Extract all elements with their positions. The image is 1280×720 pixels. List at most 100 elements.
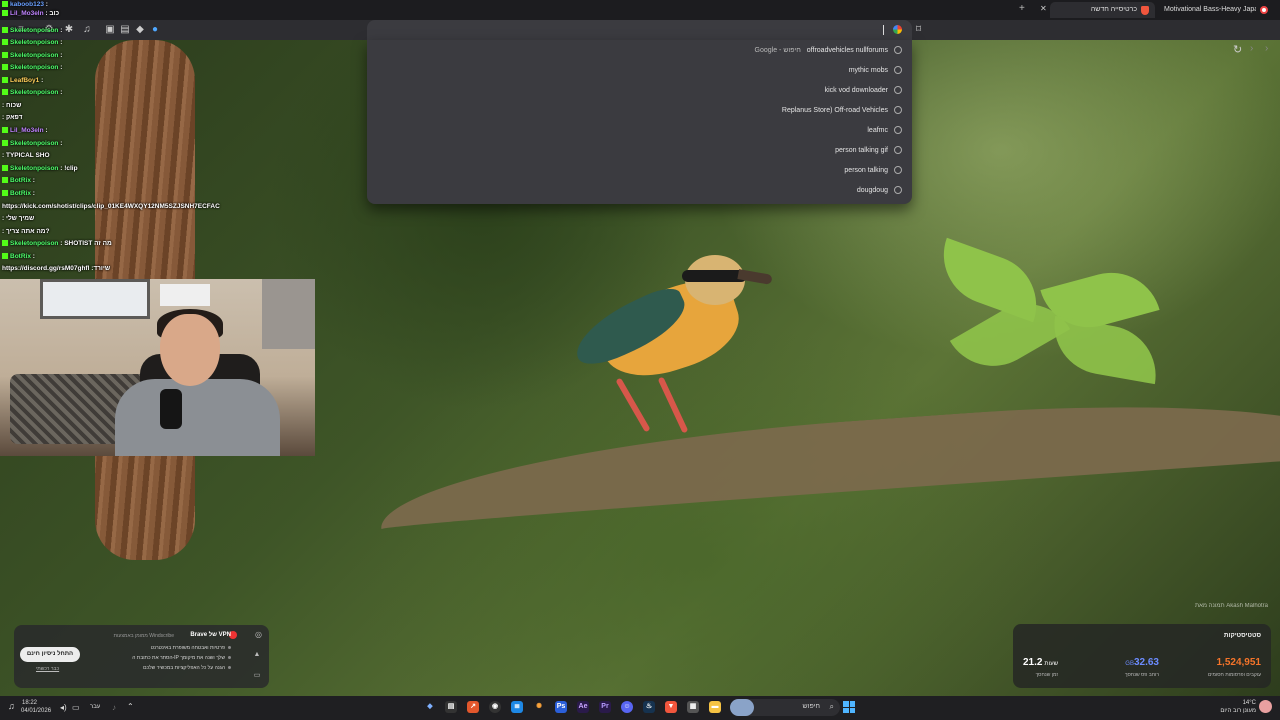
minimize-icon[interactable]: ▭ bbox=[251, 670, 263, 682]
folder-icon[interactable]: ▬ bbox=[709, 701, 721, 713]
badge-icon bbox=[2, 177, 8, 183]
chevron-up-icon[interactable]: ▲ bbox=[251, 649, 263, 661]
language-indicator[interactable]: עבר bbox=[90, 704, 100, 710]
back-icon[interactable]: › bbox=[1250, 43, 1253, 54]
chat-username[interactable]: Skeletonpoison bbox=[10, 52, 58, 59]
chat-message: : מה אתה צריך? bbox=[2, 228, 49, 235]
address-bar[interactable] bbox=[367, 20, 912, 40]
chat-username[interactable]: Skeletonpoison bbox=[10, 64, 58, 71]
badge-icon bbox=[2, 127, 8, 133]
webcam-overlay bbox=[0, 279, 315, 456]
chat-message: Skeletonpoison : bbox=[2, 27, 62, 34]
wallpaper-credit: תמונה מאת Akash Malhotra bbox=[1194, 603, 1268, 609]
bird bbox=[560, 250, 780, 440]
new-tab-button[interactable]: + bbox=[1019, 3, 1025, 14]
search-icon: ⌕ bbox=[829, 702, 834, 711]
tab-title: כרטיסייה חדשה bbox=[1090, 6, 1137, 13]
leaves bbox=[929, 237, 1185, 385]
badge-icon bbox=[2, 64, 8, 70]
suggestion-item[interactable]: kick vod downloader bbox=[825, 80, 902, 100]
history-icon bbox=[894, 106, 902, 114]
obs-icon[interactable]: ◉ bbox=[489, 701, 501, 713]
chat-message: Skeletonpoison : bbox=[2, 89, 62, 96]
suggestion-item[interactable]: person talking gif bbox=[835, 140, 902, 160]
suggestion-item[interactable]: Google - חיפוש offroadvehicles nullforum… bbox=[755, 40, 902, 60]
chat-username[interactable]: BotRix bbox=[10, 253, 31, 260]
google-icon bbox=[893, 25, 902, 34]
chat-username[interactable]: Skeletonpoison bbox=[10, 27, 58, 34]
chat-message: Skeletonpoison : bbox=[2, 64, 62, 71]
blender-icon[interactable]: ✺ bbox=[533, 701, 545, 713]
photoshop-icon[interactable]: Ps bbox=[555, 701, 567, 713]
forward-icon[interactable]: › bbox=[1265, 43, 1268, 54]
reload-icon[interactable]: ↻ bbox=[1233, 43, 1242, 56]
taskbar-search[interactable]: חיפוש ⌕ bbox=[730, 699, 840, 716]
chat-username[interactable]: Lil_Mo3eln bbox=[10, 127, 44, 134]
app-icon-orange[interactable]: ↗ bbox=[467, 701, 479, 713]
chat-username[interactable]: BotRix bbox=[10, 177, 31, 184]
chat-text: : bbox=[41, 77, 44, 84]
already-purchased-link[interactable]: כבר רכשתי bbox=[36, 666, 59, 672]
tab-youtube[interactable]: Motivational Bass-Heavy Japanes bbox=[1158, 2, 1280, 18]
terminal-icon[interactable]: ▤ bbox=[445, 701, 457, 713]
chat-text: : bbox=[32, 253, 35, 260]
chevron-up-icon[interactable]: ⌃ bbox=[127, 702, 134, 711]
chat-message: : TYPICAL SHO bbox=[2, 152, 50, 159]
microphone-icon[interactable]: ♪ bbox=[112, 703, 116, 712]
chat-username[interactable]: kaboob123 bbox=[10, 1, 44, 8]
chat-text: : !clip bbox=[60, 165, 78, 172]
chat-message: : שמיך שלי bbox=[2, 215, 34, 222]
calendar-icon[interactable]: ▦ bbox=[687, 701, 699, 713]
badge-icon bbox=[2, 27, 8, 33]
chat-message: Lil_Mo3eln : כוב bbox=[2, 10, 59, 17]
chat-text: : שמיך שלי bbox=[2, 215, 35, 222]
chat-username[interactable]: Skeletonpoison bbox=[10, 140, 58, 147]
weather-desc[interactable]: מעונן רוב היום bbox=[1220, 708, 1256, 714]
suggestion-item[interactable]: dougdoug bbox=[857, 180, 902, 200]
premiere-icon[interactable]: Pr bbox=[599, 701, 611, 713]
start-trial-button[interactable]: התחל ניסיון חינם bbox=[20, 647, 80, 662]
clock-time[interactable]: 18:22 bbox=[22, 700, 37, 706]
suggestion-item[interactable]: person talking bbox=[844, 160, 902, 180]
vpn-feature: פרטיות ואבטחה משופרת באינטרנט bbox=[151, 645, 231, 651]
monitor-icon[interactable]: ▭ bbox=[72, 703, 80, 712]
weather-temp[interactable]: 14°C bbox=[1243, 700, 1256, 706]
chat-username[interactable]: Skeletonpoison bbox=[10, 39, 58, 46]
chat-username[interactable]: Skeletonpoison bbox=[10, 89, 58, 96]
chat-message: Skeletonpoison : bbox=[2, 39, 62, 46]
chat-text: : SHOTIST מה זה bbox=[60, 240, 112, 247]
chat-message: : דפאק bbox=[2, 114, 22, 121]
discord-icon[interactable]: ☺ bbox=[621, 701, 633, 713]
suggestion-item[interactable]: leafmc bbox=[867, 120, 902, 140]
chat-username[interactable]: Skeletonpoison bbox=[10, 165, 58, 172]
brave-icon[interactable]: ▼ bbox=[665, 701, 677, 713]
vpn-subtitle: ממומן באמצעות Windscribe bbox=[113, 633, 174, 639]
close-icon[interactable]: ✕ bbox=[1040, 4, 1047, 13]
weather-icon[interactable] bbox=[1259, 700, 1272, 713]
history-icon bbox=[894, 126, 902, 134]
notepad-icon[interactable]: ≣ bbox=[511, 701, 523, 713]
after-effects-icon[interactable]: Ae bbox=[577, 701, 589, 713]
chat-text: : bbox=[45, 1, 48, 8]
suggestion-item[interactable]: mythic mobs bbox=[849, 60, 902, 80]
chat-username[interactable]: LeafBoy1 bbox=[10, 77, 39, 84]
speaker-icon[interactable]: ◂) bbox=[60, 703, 67, 712]
tab-new-tab[interactable]: כרטיסייה חדשה bbox=[1050, 2, 1155, 18]
chat-text: : TYPICAL SHO bbox=[2, 152, 50, 159]
badge-icon bbox=[2, 77, 8, 83]
steam-icon[interactable]: ♨ bbox=[643, 701, 655, 713]
chat-message: Skeletonpoison : bbox=[2, 52, 62, 59]
chat-message: BotRix : bbox=[2, 253, 35, 260]
chat-username[interactable]: BotRix bbox=[10, 190, 31, 197]
bell-icon[interactable]: ♫ bbox=[8, 701, 15, 711]
chat-username[interactable]: Skeletonpoison bbox=[10, 240, 58, 247]
windows-start-icon[interactable] bbox=[843, 701, 855, 713]
close-icon[interactable]: ◎ bbox=[255, 630, 262, 639]
suggestion-item[interactable]: Replanus Store) Off-road Vehicles bbox=[782, 100, 902, 120]
badge-icon bbox=[2, 39, 8, 45]
badge-icon bbox=[2, 140, 8, 146]
clock-date[interactable]: 04/01/2026 bbox=[21, 708, 51, 714]
bookmark-icon[interactable]: ⌑ bbox=[916, 24, 921, 35]
copilot-icon[interactable]: ◆ bbox=[424, 701, 436, 713]
chat-username[interactable]: Lil_Mo3eln bbox=[10, 10, 44, 17]
